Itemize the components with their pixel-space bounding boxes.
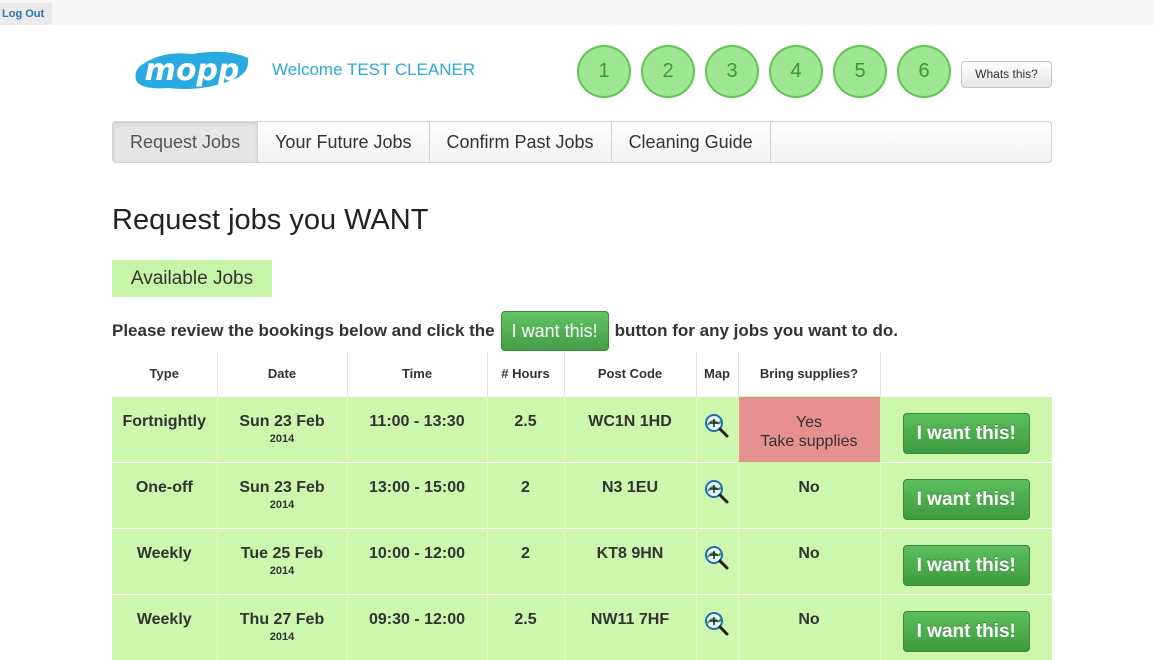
cell-type: Fortnightly [112,395,217,462]
top-bar: Log Out [0,0,1154,25]
cell-action: I want this! [879,395,1052,462]
map-zoom-icon[interactable] [704,611,730,642]
example-want-button[interactable]: I want this! [500,311,609,351]
instructions: Please review the bookings below and cli… [112,311,898,351]
logout-button[interactable]: Log Out [0,3,52,25]
year-text: 2014 [269,498,295,511]
header-action [879,352,1052,396]
instruction-text-before: Please review the bookings below and cli… [112,321,495,340]
table-row: Weekly Tue 25 Feb 2014 10:00 - 12:00 2 KT… [112,527,1052,594]
date-text: Sun 23 Feb [239,478,325,496]
supplies-value: Yes [795,413,823,431]
want-this-button[interactable]: I want this! [902,610,1030,652]
date-text: Thu 27 Feb [239,610,325,628]
want-this-button[interactable]: I want this! [902,478,1030,520]
table-header-row: Type Date Time # Hours Post Code Map Bri… [112,352,1052,396]
cell-hours: 2 [486,461,564,528]
step-indicator: 1 2 3 4 5 6 [577,45,951,98]
cell-action: I want this! [879,527,1052,594]
header-hours: # Hours [486,352,564,396]
welcome-message: Welcome TEST CLEANER [272,60,476,79]
year-text: 2014 [269,564,295,577]
header-time: Time [346,352,487,396]
cell-type: One-off [112,461,217,528]
want-this-button[interactable]: I want this! [902,544,1030,586]
table-row: Fortnightly Sun 23 Feb 2014 11:00 - 13:30… [112,395,1052,463]
date-text: Tue 25 Feb [240,544,324,562]
map-zoom-icon[interactable] [704,413,730,444]
cell-postcode: NW11 7HF [563,593,696,660]
year-text: 2014 [269,432,295,445]
table-row: Weekly Thu 27 Feb 2014 09:30 - 12:00 2.5 … [112,593,1052,660]
cell-supplies: No [737,461,880,528]
header-type: Type [112,352,217,396]
cell-supplies: No [737,527,880,594]
svg-text:mopp: mopp [145,53,240,88]
cell-type: Weekly [112,593,217,660]
supplies-note: Take supplies [760,432,858,450]
step-3[interactable]: 3 [705,45,759,98]
header-supplies: Bring supplies? [737,352,880,396]
cell-time: 13:00 - 15:00 [346,461,487,528]
cell-time: 09:30 - 12:00 [346,593,487,660]
step-2[interactable]: 2 [641,45,695,98]
tab-cleaning-guide[interactable]: Cleaning Guide [612,122,771,162]
cell-date: Thu 27 Feb 2014 [216,593,347,660]
cell-action: I want this! [879,461,1052,528]
cell-date: Tue 25 Feb 2014 [216,527,347,594]
table-row: One-off Sun 23 Feb 2014 13:00 - 15:00 2 N… [112,461,1052,528]
header-date: Date [216,352,347,396]
cell-date: Sun 23 Feb 2014 [216,461,347,528]
cell-time: 10:00 - 12:00 [346,527,487,594]
cell-supplies: Yes Take supplies [737,395,881,463]
header-map: Map [695,352,738,396]
cell-date: Sun 23 Feb 2014 [216,395,347,462]
step-4[interactable]: 4 [769,45,823,98]
want-this-button[interactable]: I want this! [902,412,1030,454]
step-1[interactable]: 1 [577,45,631,98]
jobs-table: Type Date Time # Hours Post Code Map Bri… [112,352,1052,660]
main-nav: Request Jobs Your Future Jobs Confirm Pa… [112,121,1052,163]
whats-this-button[interactable]: Whats this? [961,61,1052,88]
cell-map [695,527,738,594]
cell-map [695,593,738,660]
cell-hours: 2.5 [486,395,564,462]
cell-type: Weekly [112,527,217,594]
header-postcode: Post Code [563,352,696,396]
tab-future-jobs[interactable]: Your Future Jobs [258,122,430,162]
available-jobs-label: Available Jobs [112,260,272,297]
cell-postcode: WC1N 1HD [563,395,696,462]
cell-map [695,395,738,462]
tab-confirm-past-jobs[interactable]: Confirm Past Jobs [430,122,612,162]
cell-postcode: N3 1EU [563,461,696,528]
date-text: Sun 23 Feb [239,412,325,430]
tab-request-jobs[interactable]: Request Jobs [113,122,259,162]
cell-hours: 2 [486,527,564,594]
cell-hours: 2.5 [486,593,564,660]
cell-supplies: No [737,593,880,660]
step-6[interactable]: 6 [897,45,951,98]
page-title: Request jobs you WANT [112,204,429,236]
cell-action: I want this! [879,593,1052,660]
instruction-text-after: button for any jobs you want to do. [614,321,898,340]
map-zoom-icon[interactable] [704,545,730,576]
cell-postcode: KT8 9HN [563,527,696,594]
cell-time: 11:00 - 13:30 [346,395,487,462]
cell-map [695,461,738,528]
map-zoom-icon[interactable] [704,479,730,510]
year-text: 2014 [269,630,295,643]
mopp-logo[interactable]: mopp [132,44,252,98]
step-5[interactable]: 5 [833,45,887,98]
